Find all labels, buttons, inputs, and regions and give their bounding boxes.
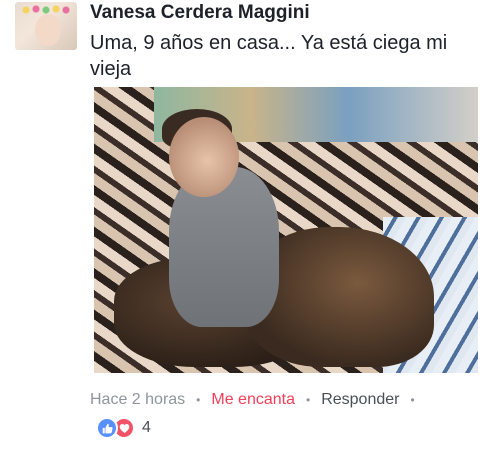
reply-link[interactable]: Responder	[321, 391, 399, 409]
separator-dot: •	[410, 393, 415, 407]
reaction-count: 4	[142, 419, 151, 436]
child-head	[169, 117, 239, 197]
separator-dot: •	[196, 393, 201, 407]
like-icon	[96, 417, 118, 439]
avatar-face	[35, 14, 61, 46]
avatar[interactable]	[15, 2, 77, 50]
comment-photo[interactable]	[94, 87, 478, 373]
comment-actions: Hace 2 horas • Me encanta • Responder •	[90, 391, 426, 409]
author-name[interactable]: Vanesa Cerdera Maggini	[90, 2, 310, 24]
separator-dot: •	[305, 393, 311, 407]
comment-text: Uma, 9 años en casa... Ya está ciega mi …	[90, 32, 448, 80]
timestamp[interactable]: Hace 2 horas	[90, 391, 185, 409]
reaction-summary[interactable]: 4	[96, 417, 151, 439]
love-reaction-link[interactable]: Me encanta	[211, 391, 295, 409]
